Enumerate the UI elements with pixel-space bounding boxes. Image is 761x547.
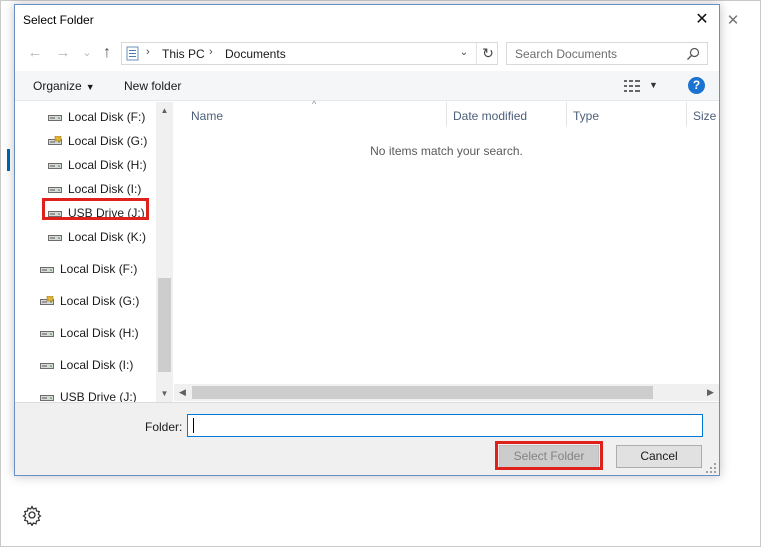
address-divider	[476, 43, 477, 64]
column-type[interactable]: Type	[567, 102, 687, 126]
command-bar: Organize ▼ New folder ▼ ?	[15, 71, 719, 101]
scroll-left-icon[interactable]: ◀	[174, 384, 191, 401]
tree-item-label: Local Disk (H:)	[60, 326, 139, 340]
cancel-button[interactable]: Cancel	[616, 445, 702, 468]
drive-icon	[40, 267, 54, 273]
column-type-label: Type	[573, 109, 600, 123]
tree-item-label: Local Disk (G:)	[60, 294, 140, 308]
search-box[interactable]: Search Documents	[506, 42, 708, 65]
tree-item-label: Local Disk (H:)	[68, 158, 147, 172]
locked-drive-icon	[40, 296, 54, 305]
chevron-down-icon: ▼	[85, 82, 95, 92]
select-folder-dialog: Select Folder ✕ ← → ⌄ ↑ › This PC › Docu…	[14, 4, 720, 476]
drive-icon	[40, 331, 54, 337]
folder-label: Folder:	[145, 420, 183, 434]
address-bar[interactable]: › This PC › Documents ⌄ ↻	[121, 42, 498, 65]
drive-icon	[48, 187, 62, 193]
recent-locations-button[interactable]: ⌄	[77, 43, 97, 63]
navigation-scrollbar[interactable]: ▲ ▼	[156, 102, 173, 402]
horizontal-scrollbar-thumb[interactable]	[192, 386, 653, 399]
tree-item-label: Local Disk (G:)	[68, 134, 148, 148]
up-button[interactable]: ↑	[97, 43, 117, 63]
tree-item-label: Local Disk (K:)	[68, 230, 147, 244]
tree-item[interactable]: Local Disk (F:)	[40, 259, 160, 279]
column-date-label: Date modified	[453, 109, 528, 123]
dialog-footer: Folder: Select Folder Cancel	[15, 402, 719, 475]
help-icon[interactable]: ?	[688, 77, 705, 94]
tree-item[interactable]: Local Disk (F:)	[48, 107, 168, 127]
folder-location-icon	[126, 46, 139, 61]
back-button[interactable]: ←	[25, 43, 45, 63]
navigation-bar: ← → ⌄ ↑ › This PC › Documents ⌄ ↻ Search…	[15, 37, 719, 69]
forward-button[interactable]: →	[53, 43, 73, 63]
navigation-pane: Local Disk (F:) Local Disk (G:) Local Disk…	[15, 102, 173, 404]
tree-item[interactable]: Local Disk (K:)	[48, 227, 168, 247]
usb-drive-highlight	[42, 198, 149, 220]
empty-message: No items match your search.	[370, 144, 523, 158]
column-size[interactable]: Size	[687, 102, 719, 126]
breadcrumb-documents[interactable]: Documents	[225, 47, 286, 61]
background-accent-bar	[7, 149, 10, 171]
text-cursor	[193, 418, 194, 433]
scroll-right-icon[interactable]: ▶	[702, 384, 719, 401]
close-icon[interactable]: ✕	[691, 9, 713, 31]
refresh-icon[interactable]: ↻	[480, 44, 496, 62]
breadcrumb-this-pc[interactable]: This PC	[162, 47, 205, 61]
dialog-title: Select Folder	[23, 13, 94, 27]
drive-icon	[48, 115, 62, 121]
scroll-down-icon[interactable]: ▼	[156, 385, 173, 402]
file-list-scrollbar[interactable]: ◀ ▶	[174, 384, 719, 401]
view-options-icon[interactable]	[624, 80, 642, 92]
scroll-up-icon[interactable]: ▲	[156, 102, 173, 119]
breadcrumb-separator: ›	[146, 46, 150, 58]
sort-ascending-icon: ^	[312, 99, 317, 109]
select-folder-highlight	[495, 441, 603, 470]
tree-item[interactable]: Local Disk (G:)	[48, 131, 168, 151]
organize-menu[interactable]: Organize ▼	[33, 79, 95, 93]
locked-drive-icon	[48, 136, 62, 145]
drive-icon	[48, 163, 62, 169]
column-date-modified[interactable]: Date modified	[447, 102, 567, 126]
column-name-label: Name	[191, 109, 224, 123]
tree-item-label: Local Disk (F:)	[60, 262, 138, 276]
tree-item[interactable]: Local Disk (H:)	[48, 155, 168, 175]
title-bar: Select Folder ✕	[15, 5, 719, 35]
gear-icon[interactable]	[21, 504, 43, 526]
folder-input[interactable]	[187, 414, 703, 437]
usb-drive-icon	[40, 395, 54, 401]
resize-grip-icon[interactable]	[705, 462, 717, 474]
tree-item[interactable]: Local Disk (I:)	[40, 355, 160, 375]
tree-item-label: Local Disk (I:)	[60, 358, 134, 372]
column-name[interactable]: Name ^	[174, 99, 447, 126]
tree-item[interactable]: Local Disk (I:)	[48, 179, 168, 199]
scrollbar-thumb[interactable]	[158, 278, 171, 372]
new-folder-button[interactable]: New folder	[124, 79, 181, 93]
search-input[interactable]: Search Documents	[515, 47, 617, 61]
drive-icon	[40, 363, 54, 369]
tree-item[interactable]: Local Disk (H:)	[40, 323, 160, 343]
background-close-icon[interactable]: ✕	[723, 11, 743, 31]
file-list[interactable]: Name ^ Date modified Type Size No items …	[174, 99, 719, 402]
column-size-label: Size	[693, 109, 717, 123]
organize-label: Organize	[33, 79, 82, 93]
search-icon[interactable]	[685, 46, 701, 62]
drive-icon	[48, 235, 62, 241]
breadcrumb-separator: ›	[209, 46, 213, 58]
tree-item-label: Local Disk (F:)	[68, 110, 146, 124]
tree-item[interactable]: Local Disk (G:)	[40, 291, 160, 311]
view-dropdown-icon[interactable]: ▼	[649, 80, 658, 90]
tree-item-label: Local Disk (I:)	[68, 182, 142, 196]
address-dropdown-icon[interactable]: ⌄	[457, 46, 471, 60]
